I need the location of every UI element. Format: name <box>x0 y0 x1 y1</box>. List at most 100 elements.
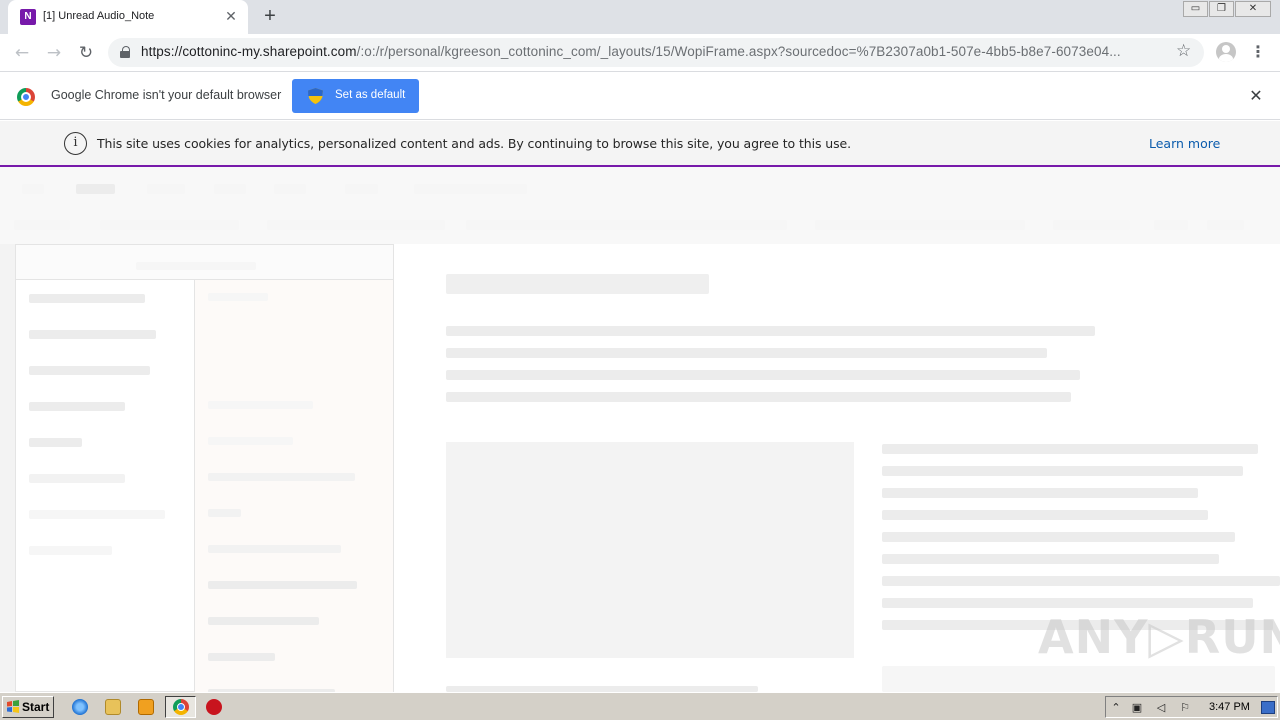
infobar-close-icon[interactable]: ✕ <box>1247 87 1265 105</box>
skeleton-bar <box>147 184 185 194</box>
left-gutter <box>0 244 15 692</box>
skeleton-bar <box>29 294 145 303</box>
tab-strip: N [1] Unread Audio_Note ✕ + ▭ ❐ ✕ <box>0 0 1280 34</box>
taskbar-clock[interactable]: 3:47 PM <box>1209 701 1250 713</box>
network-icon[interactable]: ▣ <box>1130 701 1144 714</box>
skeleton-bar <box>29 402 125 411</box>
nav-header-skeleton <box>16 245 393 280</box>
skeleton-bar <box>466 220 787 230</box>
url-host: https://cottoninc-my.sharepoint.com <box>141 44 357 59</box>
skeleton-bar <box>100 220 239 230</box>
skeleton-bar <box>274 184 306 194</box>
browser-tab[interactable]: N [1] Unread Audio_Note ✕ <box>8 0 248 34</box>
skeleton-bar <box>29 438 82 447</box>
infobar-message: Google Chrome isn't your default browser <box>51 88 282 102</box>
action-center-flag-icon[interactable]: ⚐ <box>1178 701 1192 714</box>
skeleton-bar <box>815 220 1025 230</box>
cookie-message: This site uses cookies for analytics, pe… <box>97 136 851 151</box>
lock-icon[interactable] <box>120 46 130 58</box>
start-label: Start <box>22 700 50 714</box>
star-icon[interactable]: ☆ <box>1176 41 1191 61</box>
skeleton-bar <box>882 444 1258 454</box>
kebab-menu-icon[interactable]: ⋮ <box>1250 42 1266 62</box>
chevron-up-icon[interactable]: ⌃ <box>1109 701 1123 714</box>
skeleton-bar <box>136 262 256 270</box>
skeleton-bar <box>882 488 1198 498</box>
skeleton-bar <box>29 474 125 483</box>
skeleton-bar <box>882 466 1243 476</box>
skeleton-bar <box>214 184 246 194</box>
skeleton-bar <box>14 220 70 230</box>
back-arrow-icon[interactable]: ← <box>11 42 33 64</box>
restore-button[interactable]: ❐ <box>1209 1 1234 17</box>
skeleton-bar <box>446 326 1095 336</box>
page-title-skeleton <box>446 274 709 294</box>
windows-taskbar: Start ⌃ ▣ ◁ ⚐ 3:47 PM <box>0 692 1280 720</box>
url-path: /:o:/r/personal/kgreeson_cottoninc_com/_… <box>356 44 1121 59</box>
skeleton-bar <box>882 598 1253 608</box>
uac-shield-icon <box>308 88 323 104</box>
skeleton-bar <box>208 581 357 589</box>
internet-explorer-icon[interactable] <box>72 699 88 715</box>
show-desktop-icon[interactable] <box>1261 701 1275 714</box>
start-button[interactable]: Start <box>2 696 54 718</box>
url-text[interactable]: https://cottoninc-my.sharepoint.com/:o:/… <box>141 44 1121 59</box>
notebook-nav-skeleton <box>15 244 394 693</box>
skeleton-bar <box>29 366 150 375</box>
learn-more-link[interactable]: Learn more <box>1149 136 1220 151</box>
skeleton-bar <box>208 653 275 661</box>
skeleton-bar <box>267 220 445 230</box>
onenote-favicon-icon: N <box>20 9 36 25</box>
reload-icon[interactable]: ↻ <box>75 42 97 64</box>
skeleton-bar <box>446 348 1047 358</box>
anyrun-watermark: ANY▷RUN <box>1038 610 1280 664</box>
skeleton-bar <box>345 184 378 194</box>
image-placeholder-skeleton <box>446 442 854 658</box>
skeleton-bar <box>208 473 355 481</box>
skeleton-bar <box>208 617 319 625</box>
skeleton-bar <box>29 546 112 555</box>
skeleton-bar <box>882 510 1208 520</box>
skeleton-bar <box>882 532 1235 542</box>
skeleton-bar <box>29 510 165 519</box>
tab-title: [1] Unread Audio_Note <box>43 10 155 22</box>
skeleton-bar <box>1154 220 1188 230</box>
profile-icon[interactable] <box>1216 42 1236 62</box>
skeleton-bar <box>208 293 268 301</box>
media-player-icon[interactable] <box>138 699 154 715</box>
skeleton-bar <box>1207 220 1244 230</box>
chrome-icon <box>173 699 189 715</box>
skeleton-bar <box>208 509 241 517</box>
new-tab-button[interactable]: + <box>260 6 280 26</box>
speaker-icon[interactable]: ◁ <box>1154 701 1168 714</box>
minimize-button[interactable]: ▭ <box>1183 1 1208 17</box>
tab-close-icon[interactable]: ✕ <box>223 9 239 25</box>
skeleton-bar <box>29 330 156 339</box>
address-bar[interactable]: https://cottoninc-my.sharepoint.com/:o:/… <box>108 38 1204 67</box>
skeleton-bar <box>76 184 115 194</box>
close-window-button[interactable]: ✕ <box>1235 1 1271 17</box>
skeleton-bar <box>22 184 44 194</box>
skeleton-bar <box>208 545 341 553</box>
set-as-default-label: Set as default <box>335 89 406 101</box>
chrome-logo-icon <box>17 88 35 106</box>
skeleton-bar <box>446 392 1071 402</box>
cookie-banner: i This site uses cookies for analytics, … <box>0 121 1280 167</box>
stop-icon[interactable] <box>206 699 222 715</box>
skeleton-bar <box>414 184 527 194</box>
skeleton-bar <box>1053 220 1130 230</box>
folder-icon[interactable] <box>105 699 121 715</box>
browser-toolbar: ← → ↻ https://cottoninc-my.sharepoint.co… <box>0 34 1280 71</box>
skeleton-bar <box>882 666 1275 692</box>
default-browser-infobar: Google Chrome isn't your default browser… <box>0 71 1280 120</box>
set-as-default-button[interactable]: Set as default <box>292 79 419 113</box>
skeleton-bar <box>882 554 1219 564</box>
info-icon: i <box>64 132 87 155</box>
skeleton-bar <box>882 576 1280 586</box>
skeleton-bar <box>446 370 1080 380</box>
skeleton-bar <box>208 437 293 445</box>
skeleton-bar <box>208 401 313 409</box>
system-tray: ⌃ ▣ ◁ ⚐ 3:47 PM <box>1105 696 1278 718</box>
chrome-taskbar-button[interactable] <box>165 696 196 718</box>
forward-arrow-icon[interactable]: → <box>43 42 65 64</box>
